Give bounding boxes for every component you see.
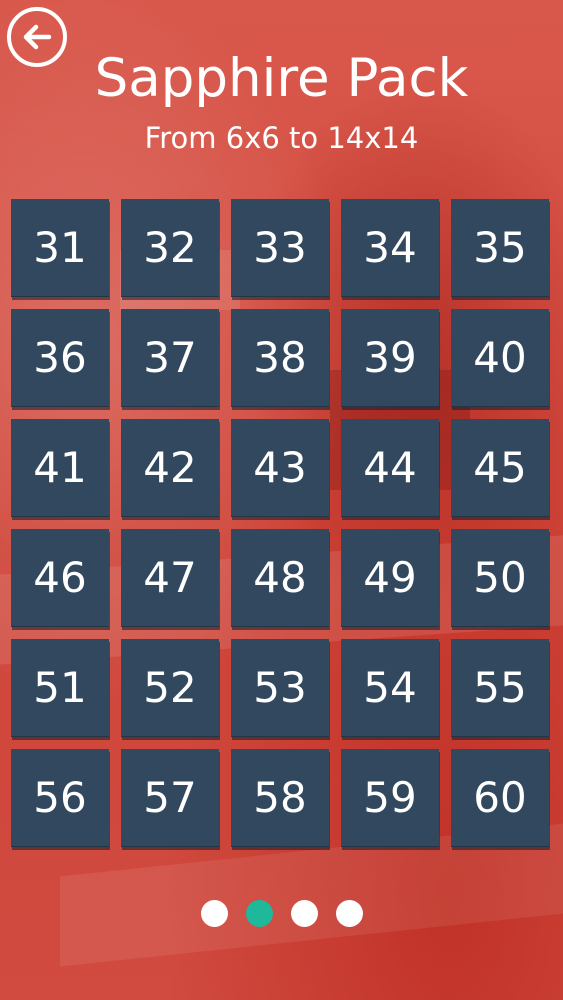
level-button[interactable]: 44	[341, 419, 439, 517]
level-button[interactable]: 32	[121, 199, 219, 297]
level-button[interactable]: 43	[231, 419, 329, 517]
level-button[interactable]: 42	[121, 419, 219, 517]
level-button[interactable]: 53	[231, 639, 329, 737]
page-dot-active[interactable]	[245, 900, 273, 927]
level-button[interactable]: 52	[121, 639, 219, 737]
level-button[interactable]: 34	[341, 199, 439, 297]
page-dot[interactable]	[200, 900, 228, 927]
page-subtitle: From 6x6 to 14x14	[144, 121, 419, 155]
level-button[interactable]: 51	[11, 639, 109, 737]
page-dot[interactable]	[335, 900, 363, 927]
level-button[interactable]: 50	[451, 529, 549, 627]
level-button[interactable]: 36	[11, 309, 109, 407]
level-button[interactable]: 39	[341, 309, 439, 407]
level-button[interactable]: 45	[451, 419, 549, 517]
level-button[interactable]: 54	[341, 639, 439, 737]
level-grid: 31 32 33 34 35 36 37 38 39 40 41 42 43 44 45 46 47 48 49 50…	[11, 199, 549, 847]
level-button[interactable]: 37	[121, 309, 219, 407]
level-button[interactable]: 58	[231, 749, 329, 847]
level-button[interactable]: 60	[451, 749, 549, 847]
level-button[interactable]: 49	[341, 529, 439, 627]
level-button[interactable]: 46	[11, 529, 109, 627]
page-dot[interactable]	[290, 900, 318, 927]
level-button[interactable]: 33	[231, 199, 329, 297]
level-button[interactable]: 38	[231, 309, 329, 407]
level-button[interactable]: 48	[231, 529, 329, 627]
level-button[interactable]: 31	[11, 199, 109, 297]
level-button[interactable]: 56	[11, 749, 109, 847]
level-button[interactable]: 40	[451, 309, 549, 407]
page-title: Sapphire Pack	[94, 48, 469, 109]
level-button[interactable]: 55	[451, 639, 549, 737]
level-button[interactable]: 47	[121, 529, 219, 627]
level-button[interactable]: 59	[341, 749, 439, 847]
level-button[interactable]: 57	[121, 749, 219, 847]
level-button[interactable]: 35	[451, 199, 549, 297]
page-indicator	[0, 900, 563, 927]
level-button[interactable]: 41	[11, 419, 109, 517]
